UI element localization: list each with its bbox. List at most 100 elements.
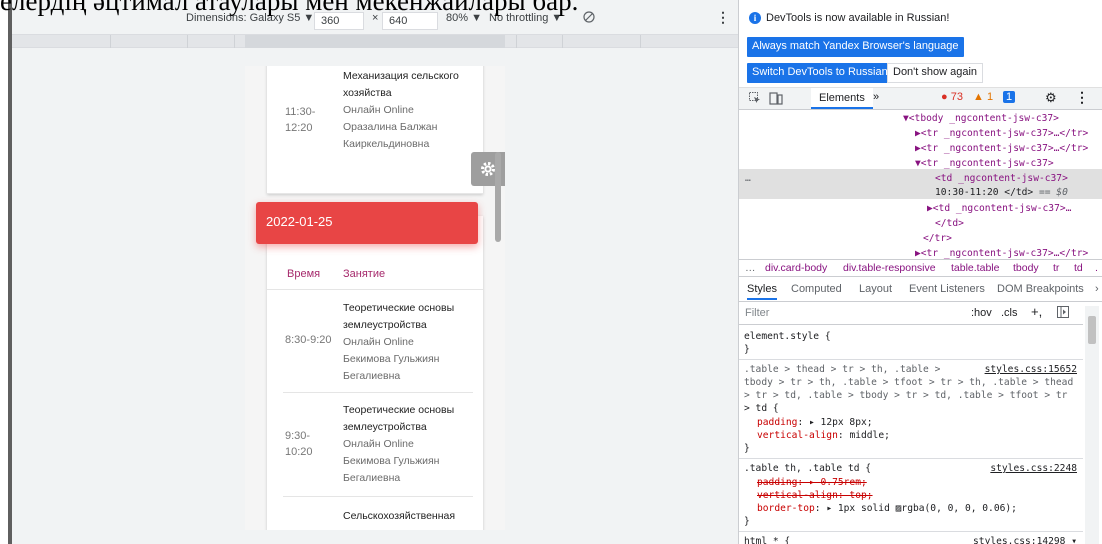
lesson-info: Теоретические основы землеустройства Онл… (343, 402, 479, 487)
dom-node[interactable]: </td> (935, 216, 964, 231)
dom-node[interactable]: ▶<tr _ngcontent-jsw-c37>…</tr> (915, 141, 1088, 156)
lesson-teacher: Бекимова Гульжиян Бегалиевна (343, 353, 440, 382)
lesson-info: Теоретические основы землеустройства Онл… (343, 300, 479, 385)
dom-tree: ▼<tbody _ngcontent-jsw-c37> ▶<tr _ngcont… (739, 111, 1102, 259)
device-ruler (12, 34, 738, 48)
error-count[interactable]: ● 73 (941, 91, 963, 103)
language-infobar: i DevTools is now available in Russian! … (739, 0, 1102, 88)
property-name: border-top (757, 503, 815, 514)
page-scrollbar[interactable] (495, 152, 501, 242)
styles-scrollbar[interactable] (1085, 306, 1099, 544)
style-rule-selector[interactable]: > tr > td, .table > tbody > tr > td, .ta… (744, 389, 1067, 402)
style-rule-selector[interactable]: > td { (744, 402, 779, 415)
info-icon: i (749, 12, 761, 24)
style-rule-selector[interactable]: .table th, .table td { (744, 462, 871, 475)
style-source-link[interactable]: styles.css:15652 (985, 363, 1077, 376)
sidebar-tabs: Styles Computed Layout Event Listeners D… (739, 278, 1102, 302)
style-rule-selector[interactable]: .table > thead > tr > th, .table > (744, 363, 940, 376)
lesson-mode: Онлайн Online (343, 104, 414, 116)
lesson-subject: Механизация сельского хозяйства (343, 70, 459, 99)
dom-ellipsis[interactable]: … (745, 171, 751, 186)
breadcrumb-item[interactable]: table.table (951, 262, 999, 274)
tab-event-listeners[interactable]: Event Listeners (909, 283, 985, 295)
dom-node[interactable]: ▶<tr _ngcontent-jsw-c37>…</tr> (915, 126, 1088, 141)
breadcrumb-item[interactable]: div.table-responsive (843, 262, 936, 274)
inspect-icon[interactable] (749, 92, 761, 107)
lesson-subject: Сельскохозяйственная (343, 510, 456, 522)
gear-icon[interactable]: ⚙ (1045, 90, 1057, 106)
dont-show-again-button[interactable]: Don't show again (887, 63, 984, 83)
notice-text: DevTools is now available in Russian! (766, 12, 950, 24)
node-text: 10:30-11:20 </td> (935, 187, 1034, 198)
hov-toggle[interactable]: :hov (971, 307, 992, 319)
dom-node[interactable]: ▼<tr _ngcontent-jsw-c37> (915, 156, 1054, 171)
dom-node[interactable]: </tr> (923, 231, 952, 246)
dom-node[interactable]: ▶<td _ngcontent-jsw-c37>… (927, 201, 1071, 216)
document-heading: елердің әцтимал атаулары мен мекенжайлар… (0, 0, 579, 16)
style-rule-selector[interactable]: element.style { (744, 330, 831, 343)
more-tabs[interactable]: » (873, 91, 879, 103)
more-vertical-icon[interactable]: ⋮ (1075, 89, 1089, 106)
cls-toggle[interactable]: .cls (1001, 307, 1018, 319)
column-lesson: Занятие (343, 268, 386, 280)
style-rule-close: } (744, 516, 750, 527)
devtools-panel: i DevTools is now available in Russian! … (738, 0, 1102, 544)
device-toggle-icon[interactable] (769, 91, 783, 108)
dom-node-text[interactable]: 10:30-11:20 </td> == $0 (935, 185, 1068, 200)
breadcrumb-item[interactable]: tbody (1013, 262, 1039, 274)
filter-input[interactable]: Filter (745, 307, 769, 319)
dom-node[interactable]: ▶<tr _ngcontent-jsw-c37>…</tr> (915, 246, 1088, 259)
row-divider (283, 496, 473, 497)
lesson-mode: Онлайн Online (343, 438, 414, 450)
date-header: 2022-01-25 (256, 202, 478, 244)
breadcrumb: … div.card-body div.table-responsive tab… (739, 259, 1102, 277)
schedule-card: 11:30-12:20 Механизация сельского хозяйс… (267, 66, 483, 194)
lesson-subject: Теоретические основы землеустройства (343, 404, 455, 433)
match-language-button[interactable]: Always match Yandex Browser's language (747, 37, 964, 57)
style-source-link[interactable]: styles.css:2248 (990, 462, 1077, 475)
breadcrumb-item[interactable]: … (745, 262, 756, 274)
schedule-card: Время Занятие 8:30-9:20 Теоретические ос… (267, 216, 483, 530)
tab-layout[interactable]: Layout (859, 283, 892, 295)
styles-filter-bar: Filter :hov .cls +, (739, 303, 1083, 325)
toggle-sidebar-icon[interactable] (1057, 306, 1069, 321)
row-divider (283, 392, 473, 393)
device-viewport: 11:30-12:20 Механизация сельского хозяйс… (245, 66, 505, 530)
breadcrumb-item[interactable]: tr (1053, 262, 1059, 274)
lesson-info: Механизация сельского хозяйства Онлайн O… (343, 68, 479, 153)
property-value: middle; (849, 430, 890, 441)
overridden-declaration[interactable]: vertical-align: top; (757, 489, 873, 502)
style-declaration[interactable]: vertical-align: middle; (757, 429, 890, 442)
style-rule-close: } (744, 443, 750, 454)
breadcrumb-item[interactable]: . (1095, 262, 1098, 274)
style-source-link[interactable]: styles.css:14298 ▾ (973, 535, 1077, 544)
lesson-subject: Теоретические основы землеустройства (343, 302, 455, 331)
style-rule-selector[interactable]: tbody > tr > th, .table > tfoot > tr > t… (744, 376, 1073, 389)
tab-dom-breakpoints[interactable]: DOM Breakpoints (997, 283, 1084, 295)
tab-styles[interactable]: Styles (747, 283, 777, 300)
switch-russian-button[interactable]: Switch DevTools to Russian (747, 63, 893, 83)
style-rule-selector[interactable]: html * { (744, 535, 790, 544)
style-declaration[interactable]: padding: ▸ 12px 8px; (757, 416, 873, 429)
breadcrumb-item[interactable]: td (1074, 262, 1083, 274)
lesson-time: 11:30-12:20 (285, 106, 316, 134)
column-time: Время (287, 268, 321, 280)
overridden-declaration[interactable]: padding: ▸ 0.75rem; (757, 476, 867, 489)
warning-count[interactable]: ▲ 1 (973, 91, 993, 103)
dom-node-selected[interactable]: <td _ngcontent-jsw-c37> (935, 171, 1068, 186)
lesson-time: 8:30-9:20 (285, 334, 332, 346)
breadcrumb-item[interactable]: div.card-body (765, 262, 827, 274)
language-notice: i DevTools is now available in Russian! (749, 12, 949, 24)
property-value: ▸ 12px 8px; (809, 417, 873, 428)
rule-divider (739, 531, 1083, 532)
tab-computed[interactable]: Computed (791, 283, 842, 295)
dom-node[interactable]: ▼<tbody _ngcontent-jsw-c37> (903, 111, 1059, 126)
styles-pane: element.style { } .table > thead > tr > … (739, 326, 1083, 544)
console-ref: == $0 (1038, 187, 1068, 198)
tabs-overflow[interactable]: › (1095, 283, 1099, 295)
table-header: Время Занятие (267, 264, 483, 290)
message-count[interactable]: 1 (1003, 91, 1016, 103)
tab-elements[interactable]: Elements (811, 88, 873, 109)
add-rule-button[interactable]: +, (1031, 304, 1042, 319)
style-declaration[interactable]: border-top: ▸ 1px solid ▨rgba(0, 0, 0, 0… (757, 502, 1017, 515)
